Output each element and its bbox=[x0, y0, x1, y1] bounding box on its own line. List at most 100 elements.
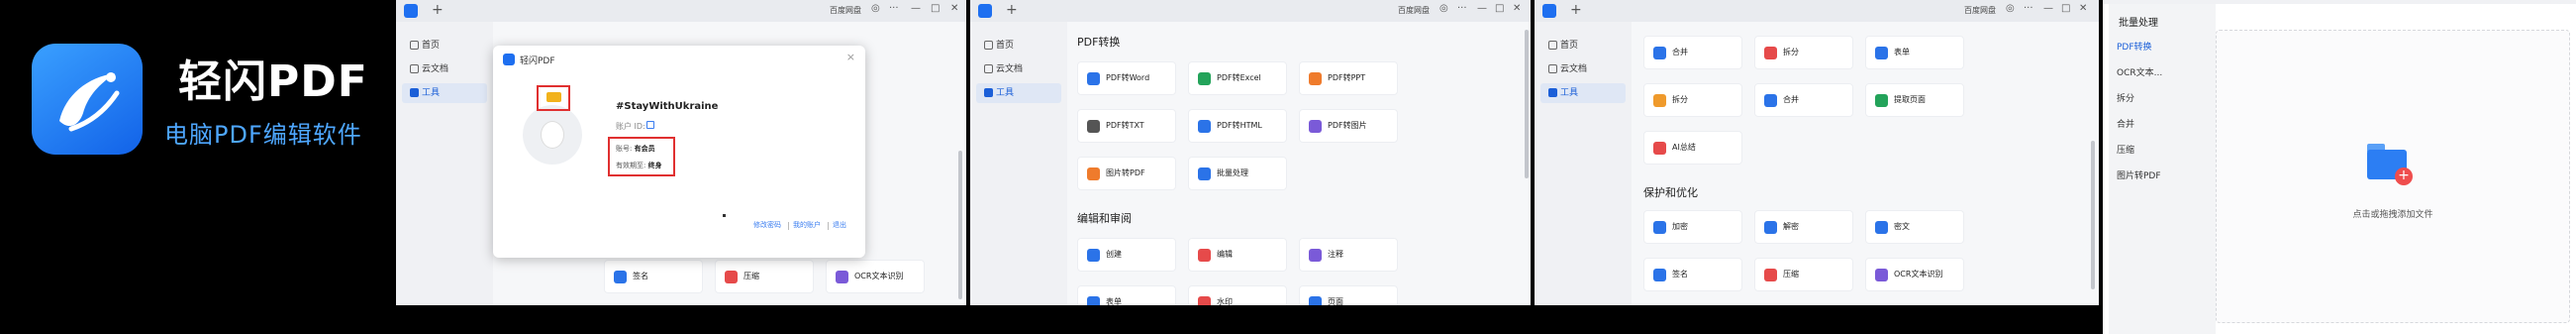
minimize-button[interactable]: — bbox=[911, 3, 921, 14]
tool-split[interactable]: 拆分 bbox=[1643, 83, 1742, 117]
tool-label: 合并 bbox=[1783, 95, 1799, 104]
sidebar-item-tools[interactable]: 工具 bbox=[976, 83, 1061, 103]
merge-icon bbox=[1764, 94, 1777, 107]
avatar-icon[interactable]: ◎ bbox=[871, 3, 880, 14]
more-button[interactable]: ··· bbox=[1457, 3, 1467, 14]
txt-icon bbox=[1087, 120, 1100, 133]
my-account-link[interactable]: 我的账户 bbox=[793, 220, 821, 230]
avatar bbox=[523, 105, 582, 165]
user-name[interactable]: 百度网盘 bbox=[1964, 5, 1996, 16]
tool-image-to-pdf[interactable]: 图片转PDF bbox=[1077, 157, 1176, 190]
cloud-icon bbox=[410, 64, 419, 73]
avatar-icon[interactable]: ◎ bbox=[2006, 3, 2015, 14]
tool-compress[interactable]: 压缩 bbox=[1754, 258, 1853, 291]
user-name[interactable]: 百度网盘 bbox=[830, 5, 861, 16]
maximize-button[interactable]: □ bbox=[931, 3, 940, 14]
new-tab-button[interactable]: + bbox=[1006, 2, 1018, 18]
scrollbar[interactable] bbox=[1525, 30, 1529, 178]
close-icon[interactable]: × bbox=[846, 51, 855, 63]
batch-item-compress[interactable]: 压缩 bbox=[2117, 143, 2134, 156]
batch-item-split[interactable]: 拆分 bbox=[2117, 91, 2134, 104]
tool-label: 签名 bbox=[633, 272, 648, 280]
app-logo-icon bbox=[503, 54, 515, 65]
tool-form[interactable]: 表单 bbox=[1077, 285, 1176, 305]
image-to-pdf-icon bbox=[1087, 167, 1100, 180]
tool-label: 合并 bbox=[1672, 48, 1688, 56]
home-icon bbox=[984, 41, 993, 50]
copy-icon[interactable] bbox=[646, 121, 654, 129]
logout-link[interactable]: 退出 bbox=[833, 220, 846, 230]
mouse-cursor-icon bbox=[723, 214, 726, 217]
tool-label: 压缩 bbox=[743, 272, 759, 280]
sidebar-item-home[interactable]: 首页 bbox=[1540, 36, 1626, 56]
maximize-button[interactable]: □ bbox=[2061, 3, 2070, 14]
new-tab-button[interactable]: + bbox=[1570, 2, 1582, 18]
tool-label: 拆分 bbox=[1672, 95, 1688, 104]
avatar-icon[interactable]: ◎ bbox=[1439, 3, 1448, 14]
tool-merge-2[interactable]: 合并 bbox=[1754, 83, 1853, 117]
tool-extract-pages[interactable]: 提取页面 bbox=[1865, 83, 1964, 117]
batch-item-pdf-convert[interactable]: PDF转换 bbox=[2117, 40, 2152, 53]
more-button[interactable]: ··· bbox=[889, 3, 899, 14]
tool-sign[interactable]: 签名 bbox=[604, 260, 703, 293]
close-window-button[interactable]: ✕ bbox=[2079, 3, 2087, 14]
change-password-link[interactable]: 修改密码 bbox=[753, 220, 781, 230]
title-bar: + 百度网盘 ◎ ··· — □ ✕ bbox=[970, 0, 1531, 22]
brand-tagline: 电脑PDF编辑软件 bbox=[164, 121, 362, 149]
sidebar-item-cloud[interactable]: 云文档 bbox=[976, 59, 1061, 79]
tool-pdf-to-ppt[interactable]: PDF转PPT bbox=[1299, 61, 1398, 95]
tool-ocr[interactable]: OCR文本识别 bbox=[826, 260, 925, 293]
tool-form[interactable]: 表单 bbox=[1865, 36, 1964, 69]
tool-encrypt[interactable]: 加密 bbox=[1643, 210, 1742, 244]
ocr-icon bbox=[836, 271, 848, 283]
add-file-icon[interactable]: + bbox=[2395, 167, 2413, 185]
tool-label: PDF转Excel bbox=[1217, 73, 1261, 82]
sidebar-item-home[interactable]: 首页 bbox=[976, 36, 1061, 56]
tool-pdf-to-word[interactable]: PDF转Word bbox=[1077, 61, 1176, 95]
tool-decrypt[interactable]: 解密 bbox=[1754, 210, 1853, 244]
tool-create[interactable]: 创建 bbox=[1077, 238, 1176, 272]
sidebar-item-cloud[interactable]: 云文档 bbox=[402, 59, 487, 79]
sidebar-item-cloud[interactable]: 云文档 bbox=[1540, 59, 1626, 79]
sidebar-item-tools[interactable]: 工具 bbox=[1540, 83, 1626, 103]
account-label: 账号: bbox=[616, 145, 633, 153]
close-window-button[interactable]: ✕ bbox=[950, 3, 958, 14]
tool-watermark[interactable]: 水印 bbox=[1188, 285, 1287, 305]
tool-page[interactable]: 页面 bbox=[1299, 285, 1398, 305]
user-name[interactable]: 百度网盘 bbox=[1398, 5, 1430, 16]
tool-pdf-to-excel[interactable]: PDF转Excel bbox=[1188, 61, 1287, 95]
tool-label: 水印 bbox=[1217, 297, 1233, 305]
batch-item-merge[interactable]: 合并 bbox=[2117, 117, 2134, 130]
tool-pdf-to-html[interactable]: PDF转HTML bbox=[1188, 109, 1287, 143]
maximize-button[interactable]: □ bbox=[1495, 3, 1504, 14]
tool-compress[interactable]: 压缩 bbox=[715, 260, 814, 293]
tool-ai-summary[interactable]: AI总结 bbox=[1643, 131, 1742, 165]
membership-info-highlight: 账号: 有会员 有效期至: 终身 bbox=[608, 137, 675, 176]
tool-label: 解密 bbox=[1783, 222, 1799, 231]
batch-item-image-to-pdf[interactable]: 图片转PDF bbox=[2117, 168, 2161, 181]
close-window-button[interactable]: ✕ bbox=[1513, 3, 1521, 14]
tool-redact[interactable]: 密文 bbox=[1865, 210, 1964, 244]
tool-ocr[interactable]: OCR文本识别 bbox=[1865, 258, 1964, 291]
tool-sign[interactable]: 签名 bbox=[1643, 258, 1742, 291]
sidebar-item-label: 首页 bbox=[1560, 41, 1579, 51]
new-tab-button[interactable]: + bbox=[432, 2, 444, 18]
minimize-button[interactable]: — bbox=[1477, 3, 1487, 14]
minimize-button[interactable]: — bbox=[2043, 3, 2053, 14]
file-drop-zone[interactable]: + 点击或拖拽添加文件 bbox=[2216, 30, 2570, 323]
sidebar-item-home[interactable]: 首页 bbox=[402, 36, 487, 56]
app-window-convert: + 百度网盘 ◎ ··· — □ ✕ 首页 云文档 工具 PDF转换 PDF转W… bbox=[970, 0, 1531, 305]
sidebar-item-tools[interactable]: 工具 bbox=[402, 83, 487, 103]
scrollbar[interactable] bbox=[2091, 141, 2095, 289]
tool-annotate[interactable]: 注释 bbox=[1299, 238, 1398, 272]
tool-merge[interactable]: 合并 bbox=[1643, 36, 1742, 69]
batch-item-ocr[interactable]: OCR文本... bbox=[2117, 65, 2162, 78]
tool-pdf-to-txt[interactable]: PDF转TXT bbox=[1077, 109, 1176, 143]
tool-pdf-to-image[interactable]: PDF转图片 bbox=[1299, 109, 1398, 143]
plus-icon bbox=[1087, 249, 1100, 262]
tool-split-top[interactable]: 拆分 bbox=[1754, 36, 1853, 69]
tool-edit[interactable]: 编辑 bbox=[1188, 238, 1287, 272]
more-button[interactable]: ··· bbox=[2024, 3, 2033, 14]
scrollbar[interactable] bbox=[958, 151, 962, 299]
tool-batch[interactable]: 批量处理 bbox=[1188, 157, 1287, 190]
